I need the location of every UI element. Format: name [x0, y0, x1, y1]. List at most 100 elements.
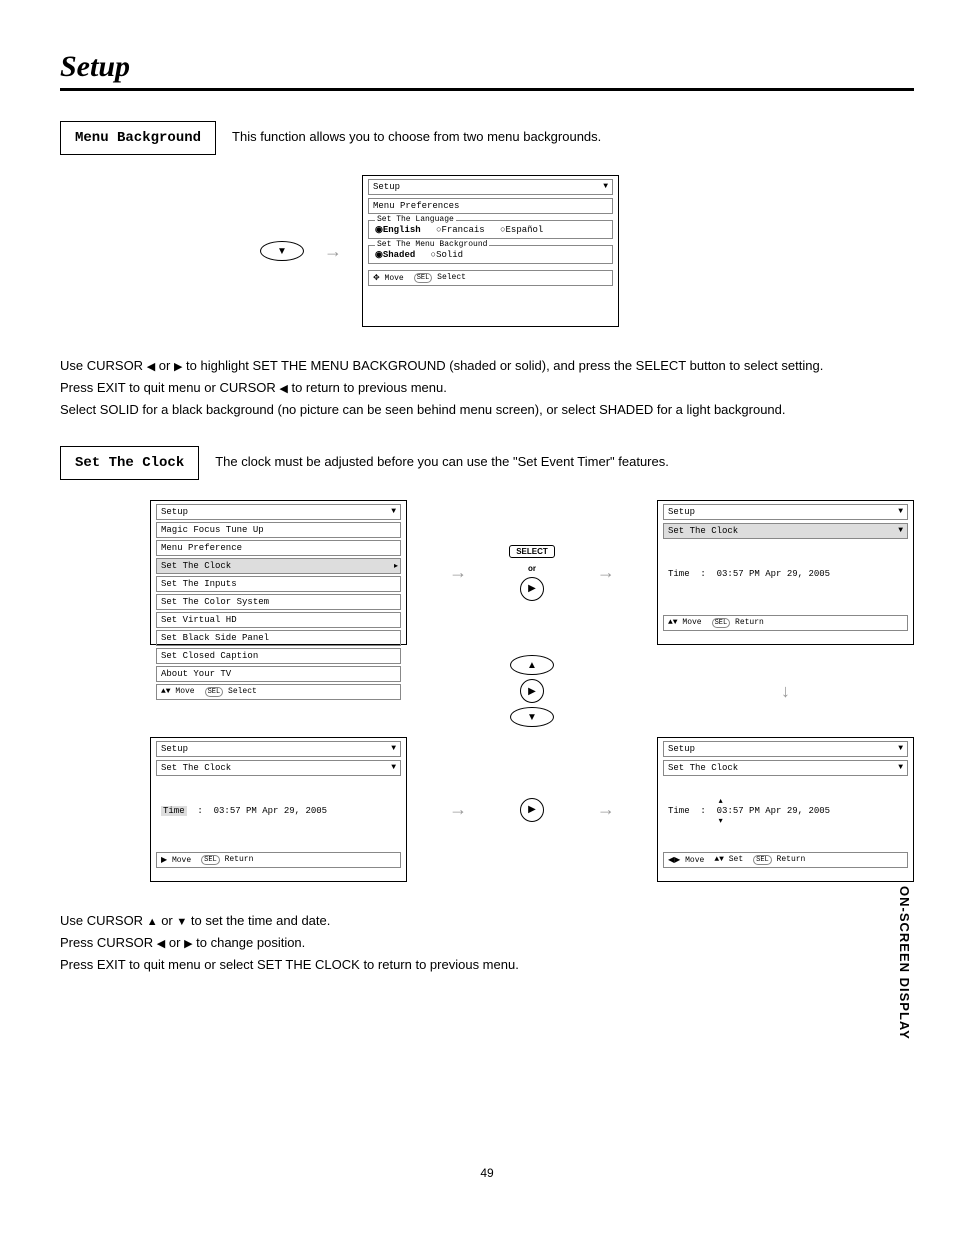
list-item[interactable]: Set The Color System: [156, 594, 401, 610]
osd-subtitle[interactable]: Set The Clock ▼: [663, 760, 908, 776]
osd-title: Setup ▼: [663, 504, 908, 520]
osd-subtitle[interactable]: Set The Clock ▼: [663, 523, 908, 539]
arrow-right-icon: →: [575, 799, 637, 820]
osd-setup-list: Setup ▼ Magic Focus Tune Up Menu Prefere…: [150, 500, 407, 645]
osd-title-text: Setup: [373, 182, 400, 192]
osd-subtitle[interactable]: Set The Clock ▼: [156, 760, 401, 776]
instr-clock-2: Press CURSOR ◀ or ▶ to change position.: [60, 934, 914, 952]
legend-background: Set The Menu Background: [375, 240, 489, 249]
up-triangle-icon: ▲: [147, 916, 158, 928]
footer-select: SEL Select: [414, 273, 466, 283]
page-number: 49: [60, 1166, 914, 1180]
cursor-right-button[interactable]: ▶: [520, 577, 544, 601]
left-triangle-icon: ◀: [279, 383, 287, 395]
section-label-menu-background: Menu Background: [60, 121, 216, 155]
time-display: Time : 03:57 PM Apr 29, 2005: [658, 539, 913, 609]
osd-footer: ◀▶ Move ▲▼ Set SEL Return: [663, 852, 908, 868]
footer-set: ▲▼ Set: [714, 855, 743, 865]
cursor-right-button[interactable]: ▶: [520, 798, 544, 822]
footer-move: ▲▼ Move: [668, 618, 702, 628]
osd-title: Setup ▼: [368, 179, 613, 195]
osd-clock-hour-hl: Setup ▼ Set The Clock ▼ Time : ▴03▾:57 P…: [657, 737, 914, 882]
down-arrow-icon: ▼: [603, 182, 608, 191]
down-triangle-icon: ▼: [176, 916, 187, 928]
osd-title: Setup ▼: [663, 741, 908, 757]
osd-clock-initial: Setup ▼ Set The Clock ▼ Time : 03:57 PM …: [657, 500, 914, 645]
arrow-down-icon: ↓: [657, 681, 914, 702]
remote-up-button[interactable]: ▲: [510, 655, 554, 675]
list-item[interactable]: Menu Preference: [156, 540, 401, 556]
footer-select: SEL Select: [205, 687, 257, 697]
remote-down-button[interactable]: ▼: [260, 241, 304, 261]
time-display: Time : ▴03▾:57 PM Apr 29, 2005: [658, 776, 913, 846]
right-arrow-icon: ▸: [394, 561, 398, 571]
section-desc-menu-background: This function allows you to choose from …: [232, 121, 601, 144]
legend-language: Set The Language: [375, 215, 456, 224]
time-label-highlight: Time: [161, 806, 187, 816]
osd-title-text: Setup: [668, 744, 695, 754]
down-arrow-icon: ▼: [391, 507, 396, 516]
select-button[interactable]: SELECT: [509, 545, 555, 558]
instr-menu-bg-1: Use CURSOR ◀ or ▶ to highlight SET THE M…: [60, 357, 914, 375]
footer-move: ▲▼ Move: [161, 687, 195, 697]
list-item[interactable]: About Your TV: [156, 666, 401, 682]
lang-option-francais[interactable]: ○Francais: [436, 225, 485, 235]
footer-move: ▶ Move: [161, 855, 191, 865]
footer-move: ◀▶ Move: [668, 855, 704, 865]
arrow-right-icon: →: [324, 241, 342, 262]
left-triangle-icon: ◀: [147, 361, 155, 373]
lang-option-english[interactable]: ◉English: [375, 225, 421, 235]
down-arrow-icon: ▼: [391, 744, 396, 753]
remote-down-button[interactable]: ▼: [510, 707, 554, 727]
up-caret-icon: ▴: [719, 796, 723, 806]
page-title: Setup: [60, 50, 914, 91]
side-tab: ON-SCREEN DISPLAY: [895, 880, 914, 1046]
footer-move: ✥ Move: [373, 273, 404, 283]
arrow-right-icon: →: [575, 562, 637, 583]
list-item[interactable]: Magic Focus Tune Up: [156, 522, 401, 538]
instr-menu-bg-3: Select SOLID for a black background (no …: [60, 401, 914, 419]
down-arrow-icon: ▼: [391, 763, 396, 772]
osd-title-text: Setup: [161, 507, 188, 517]
osd-title: Setup ▼: [156, 504, 401, 520]
cursor-right-button[interactable]: ▶: [520, 679, 544, 703]
osd-footer: ▲▼ Move SEL Return: [663, 615, 908, 631]
instr-clock-1: Use CURSOR ▲ or ▼ to set the time and da…: [60, 912, 914, 930]
osd-footer: ✥ Move SEL Select: [368, 270, 613, 286]
list-item[interactable]: Set Black Side Panel: [156, 630, 401, 646]
footer-return: SEL Return: [712, 618, 764, 628]
footer-return: SEL Return: [201, 855, 253, 865]
osd-title: Setup ▼: [156, 741, 401, 757]
down-arrow-icon: ▼: [898, 526, 903, 535]
arrow-right-icon: →: [427, 799, 489, 820]
instr-menu-bg-2: Press EXIT to quit menu or CURSOR ◀ to r…: [60, 379, 914, 397]
bg-option-shaded[interactable]: ◉Shaded: [375, 250, 415, 260]
list-item[interactable]: Set Closed Caption: [156, 648, 401, 664]
section-label-set-clock: Set The Clock: [60, 446, 199, 480]
or-label: or: [528, 564, 536, 573]
list-item[interactable]: Set Virtual HD: [156, 612, 401, 628]
down-arrow-icon: ▼: [898, 507, 903, 516]
osd-subtitle: Menu Preferences: [368, 198, 613, 214]
down-arrow-icon: ▼: [898, 763, 903, 772]
bg-option-solid[interactable]: ○Solid: [431, 250, 463, 260]
fieldset-background: Set The Menu Background ◉Shaded ○Solid: [368, 245, 613, 264]
instr-clock-3: Press EXIT to quit menu or select SET TH…: [60, 956, 914, 974]
footer-return: SEL Return: [753, 855, 805, 865]
list-item[interactable]: Set The Inputs: [156, 576, 401, 592]
osd-title-text: Setup: [668, 507, 695, 517]
right-triangle-icon: ▶: [184, 938, 192, 950]
osd-menu-preferences: Setup ▼ Menu Preferences Set The Languag…: [362, 175, 619, 327]
left-triangle-icon: ◀: [157, 938, 165, 950]
arrow-right-icon: →: [427, 562, 489, 583]
down-caret-icon: ▾: [719, 816, 723, 826]
osd-footer: ▶ Move SEL Return: [156, 852, 401, 868]
osd-title-text: Setup: [161, 744, 188, 754]
osd-footer: ▲▼ Move SEL Select: [156, 684, 401, 700]
list-item-set-clock[interactable]: Set The Clock▸: [156, 558, 401, 574]
lang-option-espanol[interactable]: ○Español: [500, 225, 543, 235]
fieldset-language: Set The Language ◉English ○Francais ○Esp…: [368, 220, 613, 239]
osd-clock-time-hl: Setup ▼ Set The Clock ▼ Time : 03:57 PM …: [150, 737, 407, 882]
time-display: Time : 03:57 PM Apr 29, 2005: [151, 776, 406, 846]
section-desc-set-clock: The clock must be adjusted before you ca…: [215, 446, 669, 469]
